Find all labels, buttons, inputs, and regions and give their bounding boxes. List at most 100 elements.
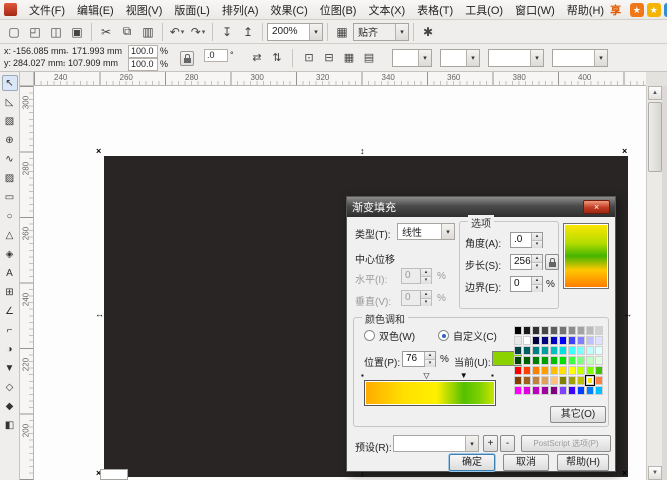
gradient-stops-bar[interactable]: ▪ ▽ ▼ ▪ (361, 371, 496, 406)
basic-shapes-tool[interactable]: ◈ (2, 246, 18, 262)
palette-swatch[interactable] (586, 336, 594, 345)
menu-item-edit[interactable]: 编辑(E) (71, 0, 120, 21)
menu-item-view[interactable]: 视图(V) (120, 0, 169, 21)
freehand-tool[interactable]: ∿ (2, 151, 18, 167)
palette-swatch[interactable] (514, 366, 522, 375)
palette-swatch[interactable] (586, 326, 594, 335)
smart-fill-tool[interactable]: ▨ (2, 170, 18, 186)
outline-tool[interactable]: ◇ (2, 379, 18, 395)
palette-swatch[interactable] (568, 356, 576, 365)
palette-swatch[interactable] (514, 336, 522, 345)
angle-input[interactable]: .0 ▴ ▾ (510, 232, 543, 248)
pick-tool[interactable]: ↖ (1, 75, 18, 91)
palette-swatch[interactable] (585, 375, 595, 386)
chevron-down-icon[interactable]: ▾ (465, 436, 478, 451)
palette-swatch[interactable] (514, 326, 522, 335)
copy-button[interactable]: ⧉ (117, 22, 137, 42)
scale-h-field[interactable]: 100.0 (128, 45, 158, 58)
menu-item-tools[interactable]: 工具(O) (459, 0, 509, 21)
palette-swatch[interactable] (541, 356, 549, 365)
palette-swatch[interactable] (577, 346, 585, 355)
palette-swatch[interactable] (586, 346, 594, 355)
spin-down-icon[interactable]: ▾ (532, 284, 542, 292)
chevron-down-icon[interactable]: ▾ (309, 23, 322, 40)
palette-swatch[interactable] (514, 386, 522, 395)
chevron-down-icon[interactable]: ▾ (466, 50, 479, 66)
table-tool[interactable]: ⊞ (2, 284, 18, 300)
edge-pad-input[interactable]: 0 ▴ ▾ (510, 276, 543, 292)
close-button[interactable]: × (583, 200, 610, 214)
steps-input[interactable]: 256 ▴ ▾ (510, 254, 543, 270)
chevron-down-icon[interactable]: ▾ (594, 50, 607, 66)
spin-up-icon[interactable]: ▴ (532, 233, 542, 240)
palette-swatch[interactable] (559, 346, 567, 355)
y-value[interactable]: 284.027 mm (13, 58, 63, 69)
rotation-field[interactable]: .0 (204, 49, 228, 62)
chevron-down-icon[interactable]: ▾ (418, 50, 431, 66)
scale-v-field[interactable]: 100.0 (128, 58, 158, 71)
shape-tool[interactable]: ◺ (2, 94, 18, 110)
connector-tool[interactable]: ⌐ (2, 322, 18, 338)
save-button[interactable]: ◫ (46, 22, 66, 42)
palette-swatch[interactable] (595, 386, 603, 395)
unit-combo[interactable]: ▾ (392, 49, 432, 67)
palette-swatch[interactable] (595, 356, 603, 365)
palette-swatch[interactable] (568, 336, 576, 345)
palette-swatch[interactable] (532, 356, 540, 365)
palette-swatch[interactable] (550, 346, 558, 355)
palette-swatch[interactable] (541, 376, 549, 385)
duplicate-distance-combo[interactable]: ▾ (488, 49, 544, 67)
chevron-down-icon[interactable]: ▾ (530, 50, 543, 66)
chevron-down-icon[interactable]: ▾ (395, 23, 408, 40)
spin-up-icon[interactable]: ▴ (532, 277, 542, 284)
palette-swatch[interactable] (550, 376, 558, 385)
palette-swatch[interactable] (550, 326, 558, 335)
redo-button[interactable]: ↷ ▾ (188, 22, 208, 42)
gradient-stop-marker[interactable]: ▽ (423, 371, 429, 380)
palette-swatch[interactable] (541, 326, 549, 335)
position-input[interactable]: 76 ▴ ▾ (402, 351, 436, 367)
steps-lock-button[interactable] (545, 254, 559, 270)
blend-tool[interactable]: ◑ (2, 341, 18, 357)
palette-swatch[interactable] (541, 366, 549, 375)
chevron-down-icon[interactable]: ▾ (202, 28, 206, 36)
palette-swatch[interactable] (568, 326, 576, 335)
menu-item-table[interactable]: 表格(T) (411, 0, 459, 21)
group-button[interactable]: ▦ (340, 48, 358, 66)
menu-item-layout[interactable]: 版面(L) (168, 0, 215, 21)
palette-swatch[interactable] (550, 356, 558, 365)
polygon-tool[interactable]: △ (2, 227, 18, 243)
selection-handle-bottom-right[interactable]: × (622, 469, 627, 478)
eyedropper-tool[interactable]: ▼ (2, 360, 18, 376)
palette-swatch[interactable] (559, 366, 567, 375)
vertical-scrollbar[interactable]: ▲ ▼ (646, 86, 662, 480)
others-button[interactable]: 其它(O) (550, 406, 606, 423)
chevron-down-icon[interactable]: ▾ (181, 28, 185, 36)
width-value[interactable]: 171.993 mm (72, 46, 122, 57)
fill-tool[interactable]: ◆ (2, 398, 18, 414)
menu-item-text[interactable]: 文本(X) (362, 0, 411, 21)
palette-swatch[interactable] (577, 336, 585, 345)
palette-swatch[interactable] (595, 326, 603, 335)
menu-item-file[interactable]: 文件(F) (23, 0, 71, 21)
share-star-orange-icon[interactable]: ★ (629, 2, 644, 17)
palette-swatch[interactable] (523, 336, 531, 345)
palette-swatch[interactable] (559, 336, 567, 345)
position-spinner[interactable]: ▴ ▾ (424, 352, 435, 367)
palette-swatch[interactable] (550, 366, 558, 375)
gradient-stop-marker[interactable]: ▪ (491, 371, 494, 380)
mirror-vertical-button[interactable]: ⇅ (268, 48, 286, 66)
menu-item-arrange[interactable]: 排列(A) (216, 0, 265, 21)
nudge-combo[interactable]: ▾ (440, 49, 480, 67)
spin-down-icon[interactable]: ▾ (425, 359, 435, 367)
palette-swatch[interactable] (532, 336, 540, 345)
zoom-level-combo[interactable]: 200% ▾ (267, 22, 323, 41)
palette-swatch[interactable] (577, 376, 585, 385)
scroll-down-button[interactable]: ▼ (648, 466, 662, 480)
palette-swatch[interactable] (559, 386, 567, 395)
palette-swatch[interactable] (568, 376, 576, 385)
palette-swatch[interactable] (595, 346, 603, 355)
spin-up-icon[interactable]: ▴ (425, 352, 435, 359)
share-star-yellow-icon[interactable]: ★ (646, 2, 661, 17)
interactive-fill-tool[interactable]: ◧ (2, 417, 18, 433)
